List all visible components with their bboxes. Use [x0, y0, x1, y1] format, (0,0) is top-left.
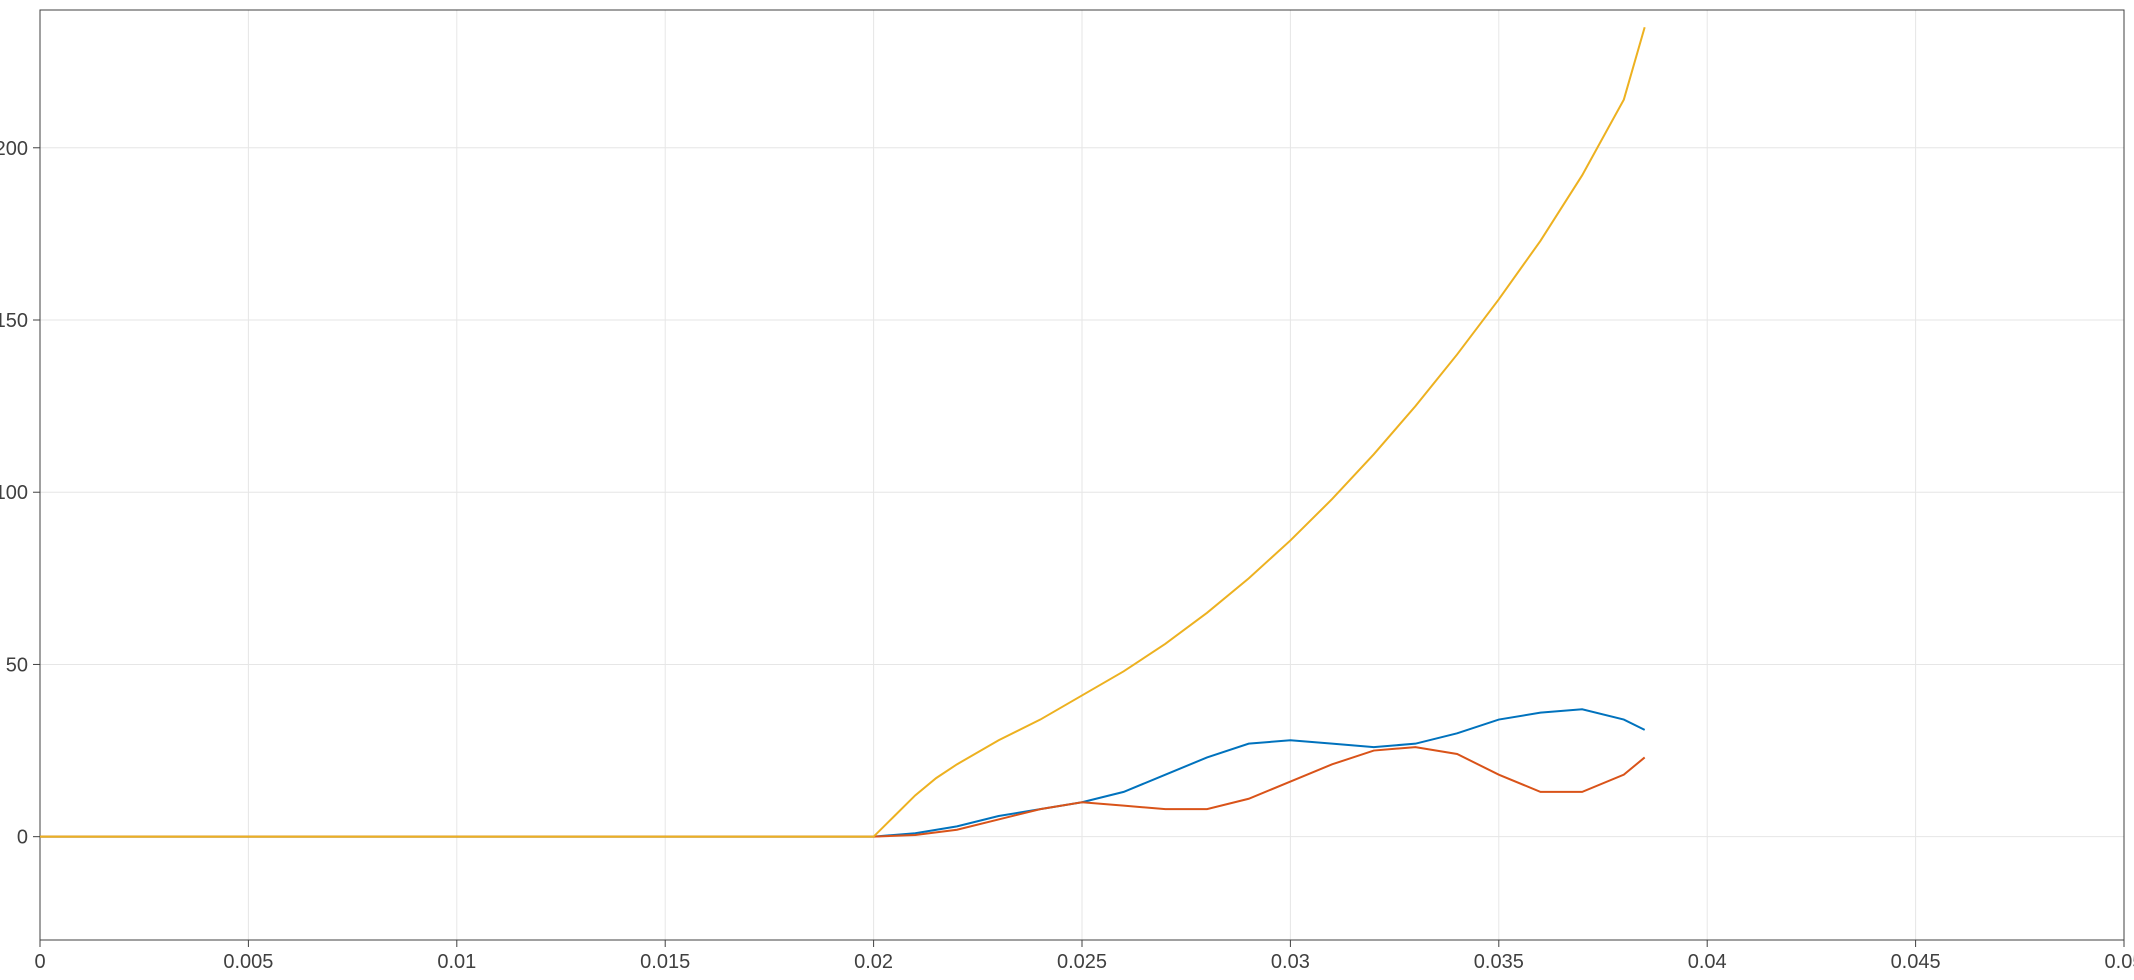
x-tick-label: 0.02 — [854, 951, 893, 973]
chart-container: 0 0.005 0.01 0.015 0.02 0.025 0.03 0.035 0.04 0.0… — [0, 0, 2134, 980]
x-tick-label: 0.025 — [1057, 951, 1107, 973]
y-tick-label: 50 — [6, 654, 28, 676]
x-tick-label: 0 — [34, 951, 45, 973]
x-tick-label: 0.03 — [1271, 951, 1310, 973]
x-tick-label: 0.05 — [2105, 951, 2134, 973]
y-tick-label: 0 — [17, 827, 28, 849]
x-tick-label: 0.035 — [1474, 951, 1524, 973]
x-tick-label: 0.01 — [437, 951, 476, 973]
x-tick-label: 0.04 — [1688, 951, 1727, 973]
y-tick-label: 150 — [0, 310, 28, 332]
y-tick-label: 100 — [0, 482, 28, 504]
x-tick-label: 0.015 — [640, 951, 690, 973]
line-chart: 0 0.005 0.01 0.015 0.02 0.025 0.03 0.035 0.04 0.0… — [0, 0, 2134, 980]
y-tick-label: 200 — [0, 138, 28, 160]
x-tick-label: 0.045 — [1891, 951, 1941, 973]
x-tick-label: 0.005 — [223, 951, 273, 973]
